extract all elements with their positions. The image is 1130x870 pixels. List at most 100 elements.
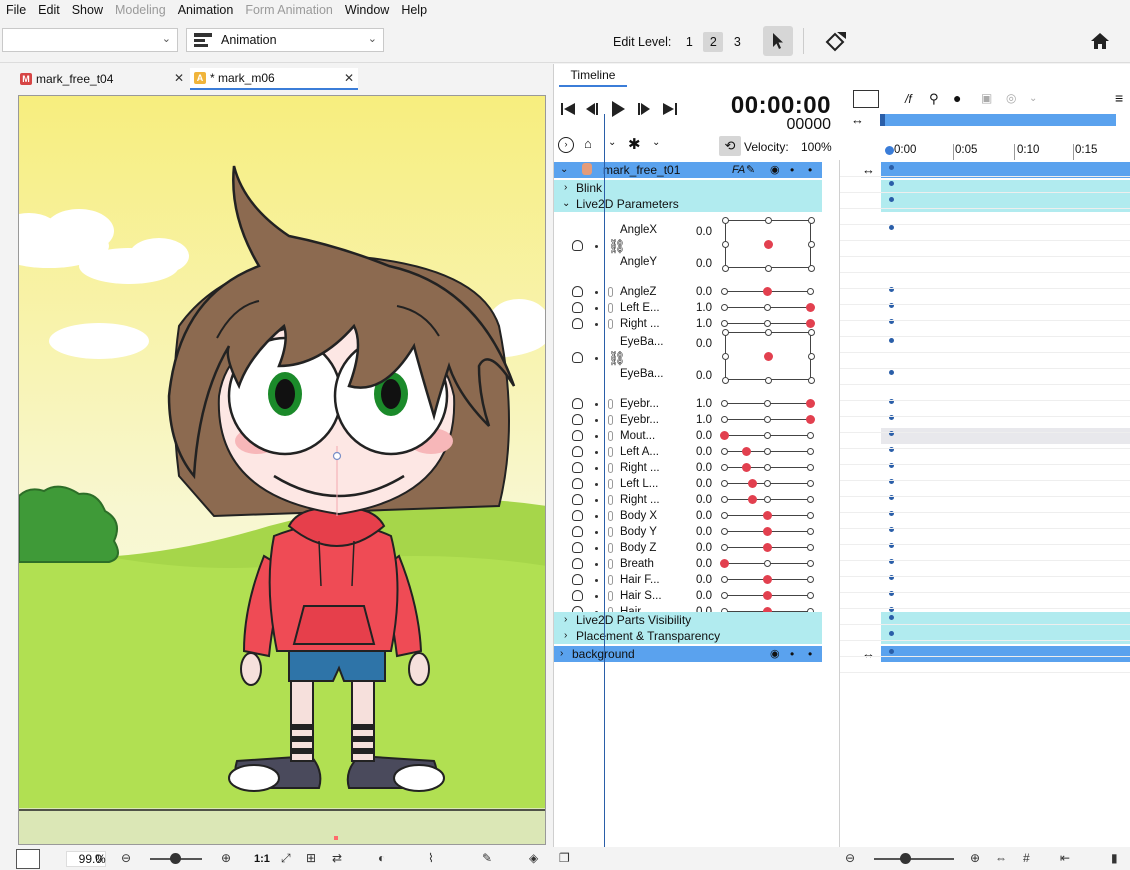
current-frame[interactable]: 00000: [787, 116, 832, 134]
link-icon[interactable]: ⛓: [608, 350, 672, 366]
parameter-toggle-icon[interactable]: [572, 494, 583, 505]
link-icon[interactable]: [608, 447, 613, 457]
param-row[interactable]: Eyebr... 1.0: [554, 412, 822, 428]
repeat-icon[interactable]: ⟲: [719, 136, 741, 156]
param-slider[interactable]: [721, 303, 815, 312]
pad-knob[interactable]: [764, 352, 773, 361]
link-icon[interactable]: [608, 431, 613, 441]
param-value[interactable]: 0.0: [682, 556, 712, 572]
param-value[interactable]: 1.0: [682, 316, 712, 332]
align-icon[interactable]: ⇤: [1060, 851, 1070, 865]
menu-icon[interactable]: ≡: [1115, 90, 1123, 106]
slider-knob[interactable]: [748, 479, 758, 488]
link-icon[interactable]: [608, 591, 613, 601]
param-slider[interactable]: [721, 319, 815, 328]
range-arrows-icon[interactable]: ↔: [862, 646, 875, 661]
color-swatch[interactable]: [16, 849, 40, 869]
dot-icon[interactable]: •: [808, 646, 812, 662]
model-dropdown[interactable]: ⌄: [2, 28, 178, 52]
range-handle[interactable]: [880, 114, 885, 126]
play-icon[interactable]: [610, 100, 626, 118]
fps-toggle[interactable]: /f: [905, 92, 912, 106]
range-arrows-icon[interactable]: ↔: [851, 112, 864, 127]
param-value[interactable]: 1.0: [682, 412, 712, 428]
param-row-eyeball-xy[interactable]: ⛓ EyeBa... 0.0 EyeBa... 0.0: [554, 329, 822, 388]
onion-skin-icon[interactable]: ◐: [378, 851, 385, 865]
menu-modeling[interactable]: Modeling: [109, 0, 172, 20]
flip-icon[interactable]: ⇄: [332, 851, 342, 865]
close-icon[interactable]: ✕: [174, 71, 184, 85]
range-arrows-icon[interactable]: ↔: [862, 162, 875, 177]
timeline-zoom-slider[interactable]: [874, 853, 954, 864]
param-value[interactable]: 0.0: [682, 524, 712, 540]
param-value[interactable]: 0.0: [682, 540, 712, 556]
slider-knob[interactable]: [748, 495, 758, 504]
slider-knob[interactable]: [763, 543, 772, 552]
parameter-toggle-icon[interactable]: [572, 526, 583, 537]
parameter-toggle-icon[interactable]: [572, 462, 583, 473]
dot-icon[interactable]: •: [808, 162, 812, 178]
parameter-toggle-icon[interactable]: [572, 414, 583, 425]
param-value[interactable]: 0.0: [682, 224, 712, 240]
link-icon[interactable]: [608, 575, 613, 585]
velocity-value[interactable]: 100%: [801, 140, 832, 154]
dot-icon[interactable]: •: [790, 162, 794, 178]
link-icon[interactable]: [608, 303, 613, 313]
slider-knob[interactable]: [806, 415, 815, 424]
group-row-placement[interactable]: › Placement & Transparency: [554, 628, 822, 644]
ratio-button[interactable]: 1:1: [254, 853, 270, 865]
dot-icon[interactable]: •: [790, 646, 794, 662]
slider-knob[interactable]: [806, 303, 815, 312]
slider-knob[interactable]: [763, 575, 772, 584]
edit-level-2[interactable]: 2: [703, 32, 724, 52]
param-row[interactable]: Right ... 0.0: [554, 460, 822, 476]
chevron-right-icon[interactable]: ›: [564, 612, 567, 628]
param-row[interactable]: Breath 0.0: [554, 556, 822, 572]
grid-icon[interactable]: #: [1023, 851, 1030, 865]
canvas-view[interactable]: [18, 95, 546, 845]
menu-window[interactable]: Window: [339, 0, 395, 20]
link-icon[interactable]: [608, 415, 613, 425]
chevron-down-icon[interactable]: ⌄: [562, 196, 570, 212]
camera-icon[interactable]: ▣: [981, 91, 992, 105]
slider-knob[interactable]: [720, 559, 729, 568]
doc-tab-animation[interactable]: A * mark_m06 ✕: [190, 68, 358, 90]
slider-knob[interactable]: [763, 287, 772, 296]
keyframe[interactable]: [889, 631, 894, 636]
grid-toggle-icon[interactable]: ⊞: [306, 851, 316, 865]
menu-edit[interactable]: Edit: [32, 0, 66, 20]
param-value[interactable]: 1.0: [682, 300, 712, 316]
keyframe[interactable]: [889, 181, 894, 186]
chevron-down-icon[interactable]: ⌄: [652, 137, 660, 148]
chevron-down-icon[interactable]: ⌄: [560, 162, 568, 178]
parameter-toggle-icon[interactable]: [572, 510, 583, 521]
group-row-parts-visibility[interactable]: › Live2D Parts Visibility: [554, 612, 822, 628]
parameter-toggle-icon[interactable]: [572, 352, 583, 363]
zoom-in-icon[interactable]: ⊕: [221, 851, 231, 865]
param-value[interactable]: 0.0: [682, 572, 712, 588]
chevron-right-icon[interactable]: ›: [560, 646, 563, 662]
param-2d-pad[interactable]: [722, 329, 815, 384]
edit-level-3[interactable]: 3: [727, 32, 747, 52]
param-row[interactable]: Body X 0.0: [554, 508, 822, 524]
param-value[interactable]: 0.0: [682, 492, 712, 508]
link-icon[interactable]: [608, 527, 613, 537]
close-icon[interactable]: ✕: [344, 71, 354, 85]
param-row[interactable]: Mout... 0.0: [554, 428, 822, 444]
menu-animation[interactable]: Animation: [172, 0, 240, 20]
menu-help[interactable]: Help: [395, 0, 433, 20]
object-row-background[interactable]: › background ◉ • •: [554, 646, 822, 662]
timeline-zoom-thumb[interactable]: [900, 853, 911, 864]
select-tool-button[interactable]: [763, 26, 793, 56]
link-icon[interactable]: [608, 319, 613, 329]
pad-knob[interactable]: [764, 240, 773, 249]
link-icon[interactable]: [608, 399, 613, 409]
param-row[interactable]: Right ... 1.0: [554, 316, 822, 332]
track-group-params[interactable]: [881, 196, 1130, 212]
link-icon[interactable]: [608, 287, 613, 297]
skip-end-icon[interactable]: [662, 101, 678, 117]
param-slider[interactable]: [721, 399, 815, 408]
parameter-toggle-icon[interactable]: [572, 240, 583, 251]
keyframe[interactable]: [889, 338, 894, 343]
chevron-down-icon[interactable]: ⌄: [1029, 93, 1037, 104]
